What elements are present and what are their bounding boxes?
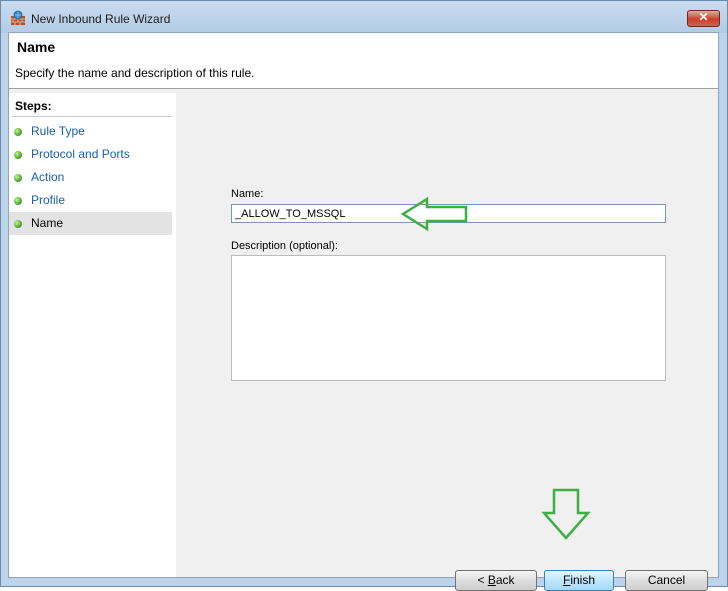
down-arrow-annotation-icon (541, 488, 591, 540)
cancel-button[interactable]: Cancel (625, 570, 708, 591)
left-arrow-annotation-icon (400, 196, 468, 232)
close-icon: ✕ (698, 10, 709, 24)
steps-heading: Steps: (15, 99, 52, 113)
name-label: Name: (231, 188, 264, 200)
step-label: Profile (31, 193, 66, 207)
step-label: Action (31, 170, 65, 184)
green-dot-icon (14, 197, 22, 205)
step-protocol-and-ports[interactable]: Protocol and Ports (9, 143, 172, 166)
window-title: New Inbound Rule Wizard (31, 12, 171, 26)
close-button[interactable]: ✕ (687, 10, 720, 27)
steps-pane: Steps: Rule Type Protocol and Ports Acti… (9, 93, 176, 577)
page-description: Specify the name and description of this… (15, 66, 255, 80)
firewall-icon (11, 10, 25, 25)
green-dot-icon (14, 220, 22, 228)
wizard-window: New Inbound Rule Wizard ✕ Name Specify t… (0, 0, 728, 591)
green-dot-icon (14, 128, 22, 136)
finish-button[interactable]: Finish (544, 570, 614, 591)
steps-divider (12, 116, 172, 117)
green-dot-icon (14, 151, 22, 159)
title-bar[interactable]: New Inbound Rule Wizard ✕ (1, 1, 727, 33)
step-action[interactable]: Action (9, 166, 172, 189)
step-name-current[interactable]: Name (9, 212, 172, 235)
step-profile[interactable]: Profile (9, 189, 172, 212)
page-header: Name Specify the name and description of… (9, 33, 718, 89)
step-label: Name (31, 216, 64, 230)
description-label: Description (optional): (231, 240, 338, 252)
back-button[interactable]: < Back (455, 570, 537, 591)
green-dot-icon (14, 174, 22, 182)
client-area: Name Specify the name and description of… (8, 32, 719, 591)
page-title: Name (17, 39, 56, 55)
step-rule-type[interactable]: Rule Type (9, 120, 172, 143)
description-input[interactable] (231, 255, 666, 381)
content-pane: Name: Description (optional): < Back Fin… (178, 96, 718, 591)
step-label: Rule Type (31, 124, 85, 138)
step-label: Protocol and Ports (31, 147, 130, 161)
